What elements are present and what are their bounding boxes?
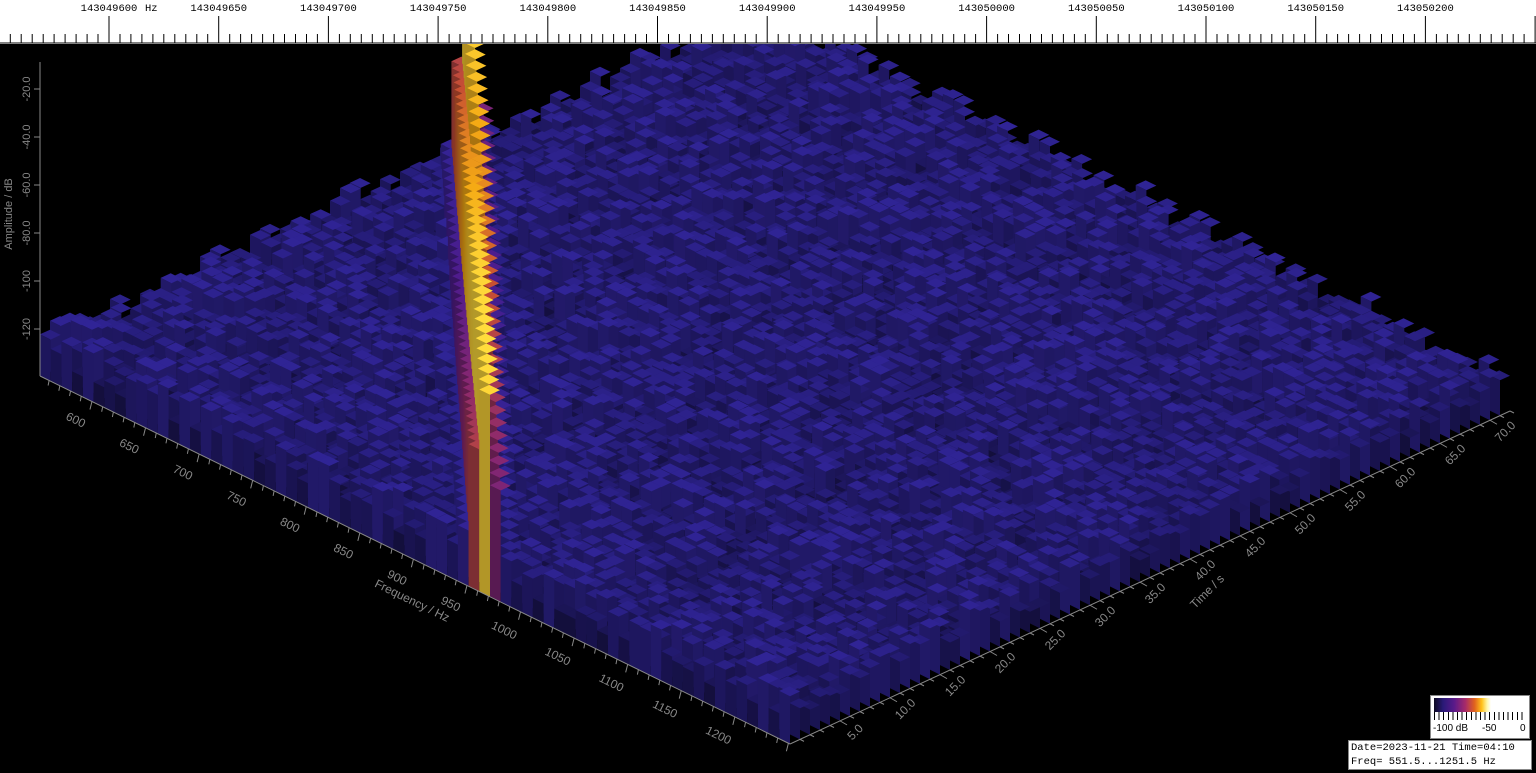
frequency-ruler-unit: Hz: [145, 3, 158, 15]
frequency-ruler-label: 143049850: [629, 3, 686, 15]
surface-cell-face: [1259, 469, 1270, 522]
frequency-ruler-label: 143050000: [958, 3, 1015, 15]
surface-cell-face: [1359, 422, 1370, 476]
spectrum-surface: [40, 44, 1510, 744]
surface-cell-face: [1369, 437, 1380, 472]
frequency-ruler-label: 143049900: [738, 3, 796, 15]
frequency-ruler-label: 143049750: [409, 3, 467, 15]
frequency-ruler: 143049600 Hz 143049650 143049700 143049750 14…: [0, 0, 1536, 44]
frequency-ruler-label: 143050100: [1177, 3, 1235, 15]
waterfall-surface-plot: -20.0-40.0-60.0-80.0-100-120Amplitude / …: [3, 44, 1519, 752]
frequency-ruler-label: 143049600: [80, 3, 138, 15]
frequency-ruler-label: 143050150: [1287, 3, 1345, 15]
surface-cell-face: [1419, 418, 1430, 448]
surface-cell-face: [1489, 375, 1500, 416]
surface-cell-face: [1169, 528, 1180, 564]
surface-cell-face: [1189, 511, 1200, 555]
surface-cell-face: [1319, 453, 1330, 495]
surface-cell-face: [1179, 509, 1190, 559]
frequency-ruler-label: 143050200: [1397, 3, 1454, 15]
surface-cell-face: [1449, 402, 1460, 435]
surface-cell-face: [1429, 406, 1440, 444]
frequency-ruler-label: 143049800: [519, 3, 577, 15]
frequency-ruler-label: 143049650: [190, 3, 248, 15]
frequency-ruler-label: 143049950: [848, 3, 906, 15]
surface-cell-face: [1409, 401, 1420, 453]
surface-cell-face: [1439, 384, 1450, 439]
surface-cell-face: [1349, 442, 1360, 481]
surface-cell-face: [1329, 454, 1340, 490]
frequency-ruler-label: 143050050: [1067, 3, 1125, 15]
surface-cell-face: [1309, 453, 1320, 499]
surface-cell-face: [1479, 372, 1490, 421]
surface-cell-face: [1389, 413, 1400, 462]
surface-cell-face: [1299, 453, 1310, 504]
frequency-ruler-label: 143049700: [300, 3, 357, 15]
